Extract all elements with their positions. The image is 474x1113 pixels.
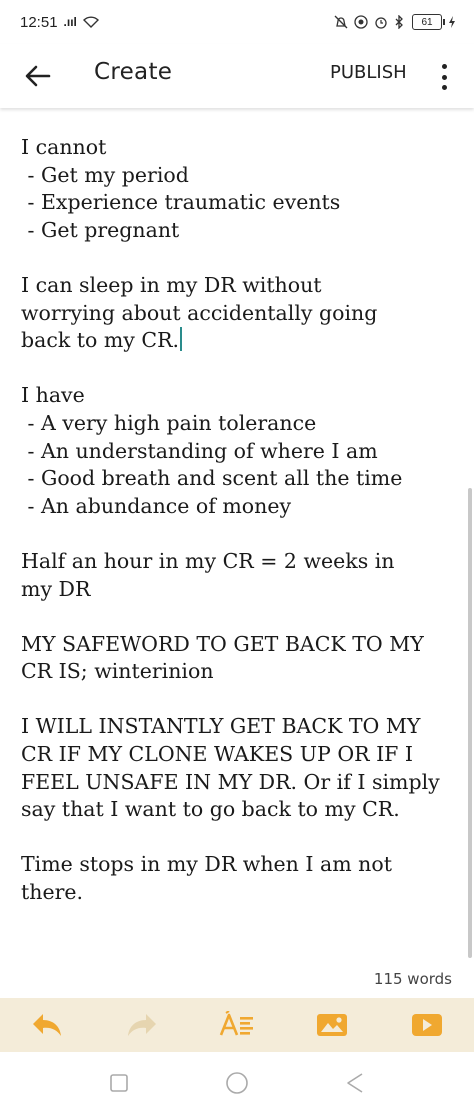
status-left: 12:51 .ııl: [20, 14, 99, 31]
battery-indicator: 61: [412, 14, 445, 30]
page-title: Create: [94, 59, 173, 85]
home-button[interactable]: [217, 1063, 257, 1103]
text-line: CR IS; winterinion: [21, 659, 214, 684]
scrollbar[interactable]: [468, 488, 472, 958]
bluetooth-icon: [395, 15, 403, 29]
paragraph: Half an hour in my CR = 2 weeks in my DR: [21, 548, 461, 603]
more-options-button[interactable]: [432, 62, 456, 92]
text-line: - A very high pain tolerance: [21, 410, 317, 435]
text-line: there.: [21, 880, 84, 905]
back-button[interactable]: [22, 60, 54, 92]
text-editor[interactable]: I cannot - Get my period - Experience tr…: [21, 134, 461, 934]
battery-level: 61: [421, 16, 433, 28]
alarm-off-icon: [334, 15, 348, 29]
word-count: 115 words: [373, 970, 452, 988]
text-line: worrying about accidentally going: [21, 300, 378, 325]
signal-icon: .ııl: [63, 15, 77, 29]
paragraph: I have - A very high pain tolerance - An…: [21, 382, 461, 520]
video-icon: [411, 1014, 442, 1036]
vpn-icon: [354, 15, 368, 29]
text-line: - An understanding of where I am: [21, 438, 378, 463]
redo-button[interactable]: [122, 1005, 162, 1045]
alarm-icon: [375, 17, 387, 29]
text-line: Half an hour in my CR = 2 weeks in: [21, 548, 395, 573]
more-dot-icon: [441, 85, 447, 90]
publish-button[interactable]: PUBLISH: [330, 62, 407, 83]
text-cursor: [180, 327, 183, 352]
insert-video-button[interactable]: [407, 1005, 447, 1045]
more-dot-icon: [441, 64, 447, 69]
charging-icon: [449, 16, 455, 28]
text-line: I can sleep in my DR without: [21, 272, 322, 297]
paragraph: I WILL INSTANTLY GET BACK TO MY CR IF MY…: [21, 713, 461, 823]
paragraph: MY SAFEWORD TO GET BACK TO MY CR IS; win…: [21, 631, 461, 686]
text-line: Time stops in my DR when I am not: [21, 852, 392, 877]
undo-icon: [33, 1014, 62, 1036]
status-bar: 12:51 .ııl 61: [0, 0, 474, 44]
insert-image-button[interactable]: [312, 1005, 352, 1045]
paragraph: I can sleep in my DR without worrying ab…: [21, 272, 461, 355]
text-line: say that I want to go back to my CR.: [21, 797, 400, 822]
triangle-back-icon: [347, 1072, 363, 1093]
text-line: CR IF MY CLONE WAKES UP OR IF I: [21, 742, 414, 767]
text-line: - Get my period: [21, 162, 189, 187]
more-dot-icon: [441, 74, 447, 80]
text-line: MY SAFEWORD TO GET BACK TO MY: [21, 631, 424, 656]
system-nav-bar: [0, 1052, 474, 1113]
image-icon: [316, 1014, 347, 1036]
text-line: I cannot: [21, 135, 107, 159]
undo-button[interactable]: [27, 1005, 67, 1045]
arrow-left-icon: [25, 65, 51, 87]
app-bar: Create PUBLISH: [0, 44, 474, 108]
editor-toolbar: [0, 998, 474, 1052]
redo-icon: [128, 1014, 157, 1036]
text-line: - An abundance of money: [21, 493, 292, 518]
text-format-icon: [219, 1011, 253, 1036]
status-right: 61: [334, 14, 456, 30]
text-line: - Get pregnant: [21, 217, 180, 242]
text-line: FEEL UNSAFE IN MY DR. Or if I simply: [21, 769, 440, 794]
text-line: - Good breath and scent all the time: [21, 466, 403, 491]
text-line: - Experience traumatic events: [21, 190, 341, 215]
recent-apps-button[interactable]: [99, 1063, 139, 1103]
text-line: my DR: [21, 576, 91, 601]
wifi-icon: [82, 16, 99, 28]
status-time: 12:51: [20, 13, 58, 31]
text-line: back to my CR.: [21, 328, 180, 353]
text-line-with-caret: back to my CR.: [21, 327, 461, 355]
circle-icon: [226, 1071, 248, 1094]
back-nav-button[interactable]: [335, 1063, 375, 1103]
text-format-button[interactable]: [217, 1005, 257, 1045]
paragraph: Time stops in my DR when I am not there.: [21, 851, 461, 906]
square-icon: [110, 1073, 128, 1092]
text-line: I WILL INSTANTLY GET BACK TO MY: [21, 714, 421, 739]
text-line: I have: [21, 383, 85, 408]
paragraph: I cannot - Get my period - Experience tr…: [21, 134, 461, 244]
